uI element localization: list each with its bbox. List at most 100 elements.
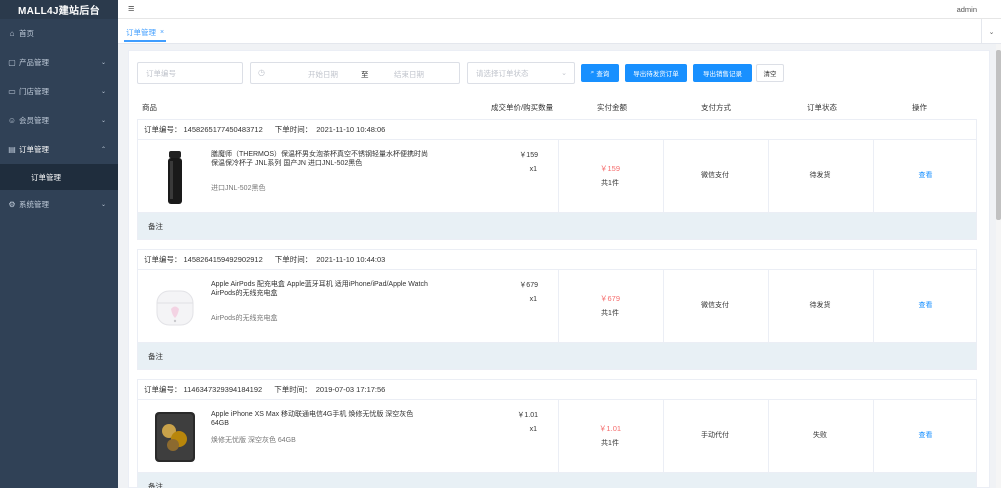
- order-remark: 备注: [138, 343, 976, 369]
- order-card: 订单编号： 1146347329394184192 下单时间： 2019-07-…: [137, 379, 977, 488]
- order-status: 待发货: [809, 172, 831, 179]
- order-remark: 备注: [138, 473, 976, 488]
- order-time: 2021-11-10 10:44:03: [316, 255, 386, 264]
- store-icon: ▭: [8, 87, 16, 96]
- column-divider: [558, 270, 559, 343]
- sidebar-item-products[interactable]: ▢ 产品管理 ⌄: [0, 48, 118, 77]
- sidebar-item-members[interactable]: ☺ 会员管理 ⌄: [0, 106, 118, 135]
- sidebar-item-label: 首页: [19, 29, 34, 38]
- export-pending-button[interactable]: 导出待发货订单: [625, 64, 687, 82]
- search-button-label: 查询: [596, 71, 610, 78]
- sidebar-subitem-orders[interactable]: 订单管理: [0, 164, 118, 190]
- tabs-bar: 订单管理 × ⌄: [118, 19, 1001, 44]
- chevron-down-icon: ⌄: [561, 70, 567, 77]
- order-card: 订单编号： 1458265177450483712 下单时间： 2021-11-…: [137, 119, 977, 240]
- sidebar-item-label: 会员管理: [19, 116, 49, 125]
- order-status: 失败: [813, 432, 827, 439]
- sidebar-item-orders[interactable]: ▤ 订单管理 ⌃: [0, 135, 118, 164]
- order-header: 订单编号： 1146347329394184192 下单时间： 2019-07-…: [138, 380, 976, 400]
- sidebar-item-home[interactable]: ⌂ 首页: [0, 19, 118, 48]
- column-header: 实付金额: [597, 103, 627, 112]
- tab-label: 订单管理: [126, 28, 156, 37]
- view-link[interactable]: 查看: [873, 300, 978, 310]
- range-separator: 至: [361, 70, 369, 79]
- hamburger-icon[interactable]: ≡: [128, 3, 134, 15]
- product-image: [152, 149, 198, 205]
- view-link[interactable]: 查看: [873, 430, 978, 440]
- sidebar-item-label: 订单管理: [19, 145, 49, 154]
- order-card: 订单编号： 1458264159492902912 下单时间： 2021-11-…: [137, 249, 977, 370]
- app-logo: MALL4J建站后台: [0, 0, 118, 19]
- paid-amount: ￥159: [599, 164, 620, 173]
- user-menu[interactable]: admin: [957, 5, 977, 14]
- order-row: Apple AirPods 配充电盒 Apple蓝牙耳机 适用iPhone/iP…: [138, 270, 976, 343]
- quantity: x1: [529, 426, 537, 433]
- tab-orders[interactable]: 订单管理 ×: [124, 25, 167, 42]
- table-header: 商品 成交单价/购买数量 实付金额 支付方式 订单状态 操作: [129, 97, 977, 117]
- order-time: 2021-11-10 10:48:06: [316, 125, 386, 134]
- pay-method: 手动代付: [701, 432, 729, 439]
- tabs-dropdown[interactable]: ⌄: [981, 19, 1001, 44]
- item-count: 共1件: [601, 310, 619, 317]
- pay-method: 微信支付: [701, 302, 729, 309]
- chevron-down-icon: ⌄: [100, 202, 106, 208]
- item-count: 共1件: [601, 440, 619, 447]
- end-date-input[interactable]: 结束日期: [379, 69, 439, 80]
- chevron-down-icon: ⌄: [988, 28, 995, 36]
- order-no-input[interactable]: 订单编号: [137, 62, 243, 84]
- order-time-label: 下单时间：: [274, 255, 313, 264]
- sidebar-item-label: 门店管理: [19, 87, 49, 96]
- order-no: 1458264159492902912: [183, 255, 263, 264]
- order-time: 2019-07-03 17:17:56: [315, 385, 386, 394]
- order-no-label: 订单编号：: [144, 125, 182, 134]
- scrollbar[interactable]: [996, 44, 1001, 488]
- clear-button[interactable]: 清空: [756, 64, 784, 82]
- order-row: 膳魔师（THERMOS）保温杯男女泡茶杯真空不锈钢轻量水杯便携时尚保温保冷杯子 …: [138, 140, 976, 213]
- top-header: ≡ admin: [118, 0, 1001, 19]
- product-spec: 进口JNL-502黑色: [211, 185, 266, 192]
- order-row: Apple iPhone XS Max 移动联通电信4G手机 焕修无忧版 深空灰…: [138, 400, 976, 473]
- column-header: 成交单价/购买数量: [491, 103, 554, 112]
- product-icon: ▢: [8, 58, 16, 67]
- product-image: [152, 409, 198, 465]
- gear-icon: ⚙: [8, 200, 16, 209]
- sidebar-item-stores[interactable]: ▭ 门店管理 ⌄: [0, 77, 118, 106]
- scrollbar-thumb[interactable]: [996, 50, 1001, 220]
- chevron-down-icon: ⌄: [100, 89, 106, 95]
- start-date-input[interactable]: 开始日期: [293, 69, 353, 80]
- order-no: 1146347329394184192: [183, 385, 263, 394]
- pay-method: 微信支付: [701, 172, 729, 179]
- column-divider: [558, 140, 559, 213]
- status-select[interactable]: 请选择订单状态 ⌄: [467, 62, 575, 84]
- status-select-placeholder: 请选择订单状态: [476, 68, 529, 78]
- date-range-picker[interactable]: ◷ 开始日期 至 结束日期: [250, 62, 460, 84]
- column-header: 操作: [912, 103, 927, 112]
- order-header: 订单编号： 1458264159492902912 下单时间： 2021-11-…: [138, 250, 976, 270]
- product-image: [152, 279, 198, 335]
- sidebar: MALL4J建站后台 ⌂ 首页 ▢ 产品管理 ⌄ ▭ 门店管理 ⌄ ☺ 会员管理…: [0, 0, 118, 488]
- product-name: Apple AirPods 配充电盒 Apple蓝牙耳机 适用iPhone/iP…: [211, 281, 428, 297]
- order-no-label: 订单编号：: [144, 385, 182, 394]
- view-link[interactable]: 查看: [873, 170, 978, 180]
- export-sales-button[interactable]: 导出销售记录: [693, 64, 752, 82]
- product-spec: AirPods的无线充电盒: [211, 315, 278, 322]
- unit-price: ￥159: [519, 152, 538, 159]
- product-name: Apple iPhone XS Max 移动联通电信4G手机 焕修无忧版 深空灰…: [211, 411, 414, 427]
- item-count: 共1件: [601, 180, 619, 187]
- search-icon: ⌕: [590, 69, 595, 76]
- quantity: x1: [529, 296, 537, 303]
- unit-price: ￥1.01: [517, 412, 538, 419]
- chevron-down-icon: ⌄: [100, 118, 106, 124]
- close-icon[interactable]: ×: [160, 29, 164, 36]
- order-icon: ▤: [8, 145, 16, 154]
- member-icon: ☺: [7, 116, 17, 125]
- column-divider: [558, 400, 559, 473]
- product-name: 膳魔师（THERMOS）保温杯男女泡茶杯真空不锈钢轻量水杯便携时尚保温保冷杯子 …: [211, 151, 428, 167]
- search-button[interactable]: ⌕ 查询: [581, 64, 619, 82]
- paid-amount: ￥1.01: [598, 424, 622, 433]
- column-header: 订单状态: [807, 103, 837, 112]
- order-no-label: 订单编号：: [144, 255, 182, 264]
- main-panel: 订单编号 ◷ 开始日期 至 结束日期 请选择订单状态 ⌄ ⌕ 查询 导出待发货订…: [128, 50, 990, 488]
- sidebar-item-system[interactable]: ⚙ 系统管理 ⌄: [0, 190, 118, 219]
- sidebar-item-label: 产品管理: [19, 58, 49, 67]
